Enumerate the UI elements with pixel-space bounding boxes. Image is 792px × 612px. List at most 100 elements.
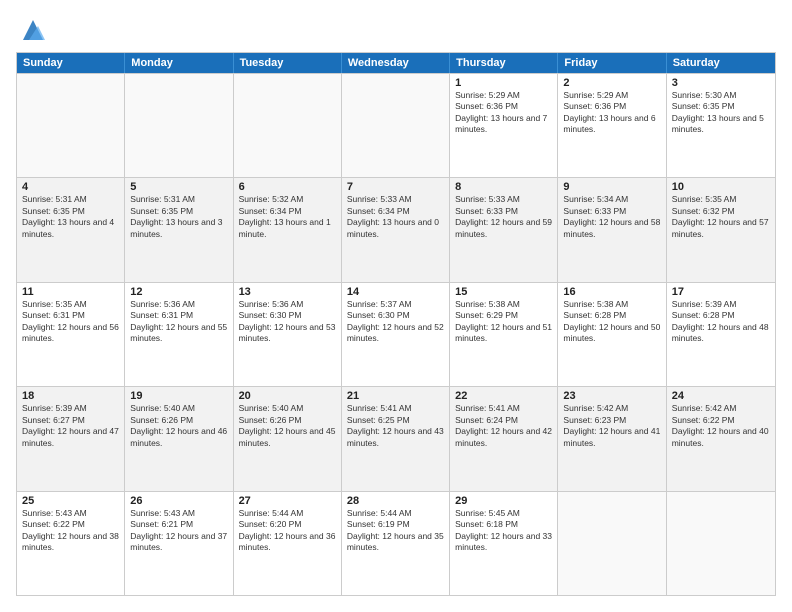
day-number: 15 (455, 286, 552, 298)
page: SundayMondayTuesdayWednesdayThursdayFrid… (0, 0, 792, 612)
cal-header-cell-tuesday: Tuesday (234, 53, 342, 73)
cal-cell: 20Sunrise: 5:40 AMSunset: 6:26 PMDayligh… (234, 387, 342, 490)
cal-cell: 23Sunrise: 5:42 AMSunset: 6:23 PMDayligh… (558, 387, 666, 490)
day-info: Sunrise: 5:44 AMSunset: 6:19 PMDaylight:… (347, 508, 444, 554)
day-info: Sunrise: 5:45 AMSunset: 6:18 PMDaylight:… (455, 508, 552, 554)
day-info: Sunrise: 5:34 AMSunset: 6:33 PMDaylight:… (563, 194, 660, 240)
day-number: 26 (130, 495, 227, 507)
header (16, 16, 776, 44)
day-info: Sunrise: 5:42 AMSunset: 6:22 PMDaylight:… (672, 403, 770, 449)
cal-cell: 3Sunrise: 5:30 AMSunset: 6:35 PMDaylight… (667, 74, 775, 177)
day-info: Sunrise: 5:31 AMSunset: 6:35 PMDaylight:… (22, 194, 119, 240)
cal-cell: 26Sunrise: 5:43 AMSunset: 6:21 PMDayligh… (125, 492, 233, 595)
cal-cell (342, 74, 450, 177)
cal-cell (234, 74, 342, 177)
cal-row-3: 18Sunrise: 5:39 AMSunset: 6:27 PMDayligh… (17, 386, 775, 490)
day-info: Sunrise: 5:40 AMSunset: 6:26 PMDaylight:… (239, 403, 336, 449)
day-info: Sunrise: 5:36 AMSunset: 6:31 PMDaylight:… (130, 299, 227, 345)
day-info: Sunrise: 5:44 AMSunset: 6:20 PMDaylight:… (239, 508, 336, 554)
cal-cell: 17Sunrise: 5:39 AMSunset: 6:28 PMDayligh… (667, 283, 775, 386)
cal-cell: 4Sunrise: 5:31 AMSunset: 6:35 PMDaylight… (17, 178, 125, 281)
day-number: 25 (22, 495, 119, 507)
day-number: 28 (347, 495, 444, 507)
day-number: 8 (455, 181, 552, 193)
cal-cell (17, 74, 125, 177)
day-info: Sunrise: 5:33 AMSunset: 6:34 PMDaylight:… (347, 194, 444, 240)
day-info: Sunrise: 5:38 AMSunset: 6:29 PMDaylight:… (455, 299, 552, 345)
cal-cell: 11Sunrise: 5:35 AMSunset: 6:31 PMDayligh… (17, 283, 125, 386)
day-info: Sunrise: 5:40 AMSunset: 6:26 PMDaylight:… (130, 403, 227, 449)
day-info: Sunrise: 5:31 AMSunset: 6:35 PMDaylight:… (130, 194, 227, 240)
day-number: 5 (130, 181, 227, 193)
cal-cell: 27Sunrise: 5:44 AMSunset: 6:20 PMDayligh… (234, 492, 342, 595)
day-info: Sunrise: 5:38 AMSunset: 6:28 PMDaylight:… (563, 299, 660, 345)
cal-cell: 9Sunrise: 5:34 AMSunset: 6:33 PMDaylight… (558, 178, 666, 281)
day-info: Sunrise: 5:37 AMSunset: 6:30 PMDaylight:… (347, 299, 444, 345)
day-number: 16 (563, 286, 660, 298)
cal-cell: 19Sunrise: 5:40 AMSunset: 6:26 PMDayligh… (125, 387, 233, 490)
day-info: Sunrise: 5:35 AMSunset: 6:32 PMDaylight:… (672, 194, 770, 240)
cal-cell: 12Sunrise: 5:36 AMSunset: 6:31 PMDayligh… (125, 283, 233, 386)
day-number: 2 (563, 77, 660, 89)
day-number: 7 (347, 181, 444, 193)
day-number: 22 (455, 390, 552, 402)
cal-cell: 29Sunrise: 5:45 AMSunset: 6:18 PMDayligh… (450, 492, 558, 595)
cal-header-cell-saturday: Saturday (667, 53, 775, 73)
cal-row-0: 1Sunrise: 5:29 AMSunset: 6:36 PMDaylight… (17, 73, 775, 177)
cal-cell: 25Sunrise: 5:43 AMSunset: 6:22 PMDayligh… (17, 492, 125, 595)
day-info: Sunrise: 5:41 AMSunset: 6:25 PMDaylight:… (347, 403, 444, 449)
cal-cell: 13Sunrise: 5:36 AMSunset: 6:30 PMDayligh… (234, 283, 342, 386)
day-number: 9 (563, 181, 660, 193)
cal-cell: 8Sunrise: 5:33 AMSunset: 6:33 PMDaylight… (450, 178, 558, 281)
day-info: Sunrise: 5:43 AMSunset: 6:21 PMDaylight:… (130, 508, 227, 554)
cal-cell: 7Sunrise: 5:33 AMSunset: 6:34 PMDaylight… (342, 178, 450, 281)
day-number: 27 (239, 495, 336, 507)
day-info: Sunrise: 5:39 AMSunset: 6:28 PMDaylight:… (672, 299, 770, 345)
day-info: Sunrise: 5:29 AMSunset: 6:36 PMDaylight:… (455, 90, 552, 136)
day-number: 24 (672, 390, 770, 402)
cal-cell: 6Sunrise: 5:32 AMSunset: 6:34 PMDaylight… (234, 178, 342, 281)
cal-cell (667, 492, 775, 595)
day-info: Sunrise: 5:29 AMSunset: 6:36 PMDaylight:… (563, 90, 660, 136)
day-number: 12 (130, 286, 227, 298)
day-number: 14 (347, 286, 444, 298)
cal-cell: 5Sunrise: 5:31 AMSunset: 6:35 PMDaylight… (125, 178, 233, 281)
day-number: 17 (672, 286, 770, 298)
cal-header-cell-monday: Monday (125, 53, 233, 73)
cal-header-cell-thursday: Thursday (450, 53, 558, 73)
day-number: 23 (563, 390, 660, 402)
cal-cell: 21Sunrise: 5:41 AMSunset: 6:25 PMDayligh… (342, 387, 450, 490)
day-number: 3 (672, 77, 770, 89)
day-info: Sunrise: 5:43 AMSunset: 6:22 PMDaylight:… (22, 508, 119, 554)
cal-row-1: 4Sunrise: 5:31 AMSunset: 6:35 PMDaylight… (17, 177, 775, 281)
logo-icon (19, 16, 47, 44)
day-info: Sunrise: 5:42 AMSunset: 6:23 PMDaylight:… (563, 403, 660, 449)
cal-cell: 1Sunrise: 5:29 AMSunset: 6:36 PMDaylight… (450, 74, 558, 177)
logo (16, 16, 47, 44)
cal-cell: 14Sunrise: 5:37 AMSunset: 6:30 PMDayligh… (342, 283, 450, 386)
day-info: Sunrise: 5:41 AMSunset: 6:24 PMDaylight:… (455, 403, 552, 449)
day-info: Sunrise: 5:36 AMSunset: 6:30 PMDaylight:… (239, 299, 336, 345)
cal-cell (125, 74, 233, 177)
cal-cell (558, 492, 666, 595)
day-number: 29 (455, 495, 552, 507)
day-number: 20 (239, 390, 336, 402)
day-info: Sunrise: 5:30 AMSunset: 6:35 PMDaylight:… (672, 90, 770, 136)
cal-cell: 10Sunrise: 5:35 AMSunset: 6:32 PMDayligh… (667, 178, 775, 281)
cal-row-4: 25Sunrise: 5:43 AMSunset: 6:22 PMDayligh… (17, 491, 775, 595)
cal-cell: 24Sunrise: 5:42 AMSunset: 6:22 PMDayligh… (667, 387, 775, 490)
day-info: Sunrise: 5:35 AMSunset: 6:31 PMDaylight:… (22, 299, 119, 345)
cal-header-cell-sunday: Sunday (17, 53, 125, 73)
calendar-body: 1Sunrise: 5:29 AMSunset: 6:36 PMDaylight… (17, 73, 775, 595)
cal-header-cell-friday: Friday (558, 53, 666, 73)
day-number: 4 (22, 181, 119, 193)
cal-cell: 16Sunrise: 5:38 AMSunset: 6:28 PMDayligh… (558, 283, 666, 386)
day-number: 19 (130, 390, 227, 402)
day-number: 11 (22, 286, 119, 298)
day-info: Sunrise: 5:32 AMSunset: 6:34 PMDaylight:… (239, 194, 336, 240)
day-number: 18 (22, 390, 119, 402)
cal-header-cell-wednesday: Wednesday (342, 53, 450, 73)
cal-cell: 15Sunrise: 5:38 AMSunset: 6:29 PMDayligh… (450, 283, 558, 386)
cal-row-2: 11Sunrise: 5:35 AMSunset: 6:31 PMDayligh… (17, 282, 775, 386)
day-number: 1 (455, 77, 552, 89)
